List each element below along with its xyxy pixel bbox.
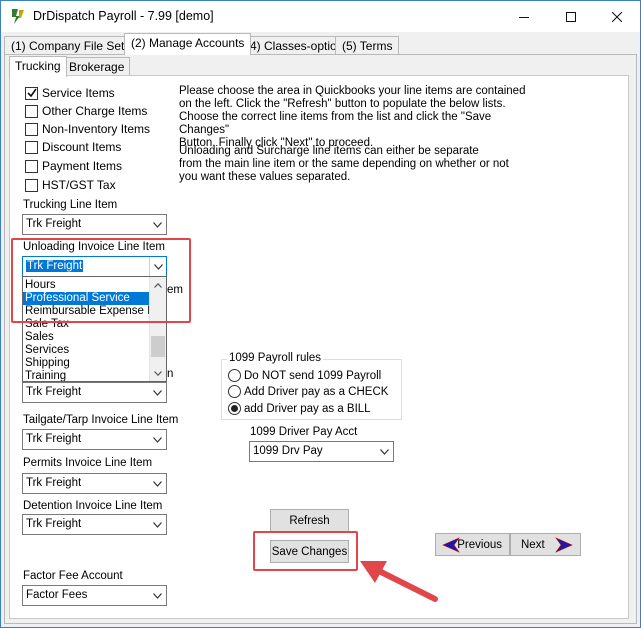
factor-fee-account-select[interactable]: Factor Fees [22,585,167,606]
trucking-line-item-select[interactable]: Trk Freight [22,214,167,235]
note-line: Unloading and Surcharge line items can e… [179,145,479,157]
selected-value: Trk Freight [26,477,82,489]
annotation-highlight-unloading [11,238,191,323]
selected-value: Trk Freight [26,518,82,530]
chevron-down-icon[interactable] [149,586,166,605]
instructions-line: Please choose the area in Quickbooks you… [179,85,526,97]
driver-pay-account-label: 1099 Driver Pay Acct [250,426,358,438]
minimize-button[interactable] [501,1,547,32]
refresh-button[interactable]: Refresh [270,509,349,532]
next-label: Next [521,538,545,551]
factor-fee-account-label: Factor Fee Account [23,570,123,582]
tab-terms[interactable]: (5) Terms [335,36,400,55]
next-button[interactable]: Next [510,533,581,556]
selected-value: Trk Freight [26,433,82,445]
checkbox-box[interactable] [25,86,38,100]
previous-label: Previous [457,538,502,551]
checkbox-label: Discount Items [42,140,122,154]
permits-line-item-select[interactable]: Trk Freight [22,473,167,494]
tailgate-line-item-select[interactable]: Trk Freight [22,429,167,450]
chevron-down-icon[interactable] [149,215,166,234]
scrollbar-thumb[interactable] [151,336,165,357]
checkbox-label: Service Items [42,86,115,100]
radio-label: add Driver pay as a BILL [244,402,371,415]
title-bar: DrDispatch Payroll - 7.99 [demo] [1,1,640,32]
checkbox-service-items[interactable]: Service Items [25,85,115,101]
maximize-icon [566,11,576,22]
separation-note: Unloading and Surcharge line items can e… [179,145,539,184]
arrow-right-icon [555,537,573,553]
checkbox-non-inventory-items[interactable]: Non-Inventory Items [25,121,150,137]
tailgate-line-item-label: Tailgate/Tarp Invoice Line Item [23,414,179,426]
radio-label: Do NOT send 1099 Payroll [244,369,382,382]
radio-dot [231,405,238,412]
trucking-line-item-label: Trucking Line Item [23,199,118,211]
chevron-down-icon[interactable] [149,515,166,534]
scroll-down-icon[interactable] [150,365,166,381]
selected-value: Trk Freight [26,386,82,398]
selected-value: 1099 Drv Pay [253,445,323,457]
note-line: you want these values separated. [179,171,351,183]
window-title: DrDispatch Payroll - 7.99 [demo] [33,9,214,23]
radio-do-not-send[interactable]: Do NOT send 1099 Payroll [228,368,381,383]
radio-button[interactable] [228,385,241,398]
radio-label: Add Driver pay as a CHECK [244,385,389,398]
chevron-down-icon[interactable] [149,383,166,402]
hidden-label-fragment: n [167,368,174,380]
previous-button[interactable]: Previous [435,533,510,556]
note-line: from the main line item or the same depe… [179,158,509,170]
selected-value: Trk Freight [26,218,82,230]
checkbox-label: Other Charge Items [42,104,148,118]
tab-manage-accounts[interactable]: (2) Manage Accounts [124,33,252,55]
instructions-line: Choose the correct line items from the l… [179,111,492,136]
group-title: 1099 Payroll rules [227,352,324,364]
checkbox-payment-items[interactable]: Payment Items [25,158,122,174]
radio-add-as-check[interactable]: Add Driver pay as a CHECK [228,384,388,399]
checkbox-other-charge-items[interactable]: Other Charge Items [25,103,147,119]
checkmark-icon [26,88,37,98]
chevron-down-icon[interactable] [376,442,393,461]
checkbox-box[interactable] [25,178,38,192]
radio-button[interactable] [228,369,241,382]
close-icon [612,11,622,22]
list-option-services[interactable]: Services [23,344,150,357]
selected-value: Factor Fees [26,589,88,601]
checkbox-label: Non-Inventory Items [42,122,151,136]
annotation-highlight-save [253,531,358,571]
maximize-button[interactable] [548,1,594,32]
list-option-shipping[interactable]: Shipping [23,357,150,370]
radio-button[interactable] [228,402,241,415]
tab-classes-option[interactable]: (4) Classes-option [239,36,351,55]
driver-pay-account-select[interactable]: 1099 Drv Pay [249,441,394,462]
chevron-down-icon[interactable] [149,474,166,493]
checkbox-discount-items[interactable]: Discount Items [25,139,121,155]
arrow-left-icon [442,537,460,553]
detention-line-item-select[interactable]: Trk Freight [22,514,167,535]
list-option-training[interactable]: Training [23,370,150,381]
payroll-rules-group: 1099 Payroll rules Do NOT send 1099 Payr… [221,352,402,420]
chevron-down-icon[interactable] [149,430,166,449]
permits-line-item-label: Permits Invoice Line Item [23,457,153,469]
list-option-sales[interactable]: Sales [23,331,150,344]
app-logo-icon [12,9,24,24]
checkbox-hst-gst-tax[interactable]: HST/GST Tax [25,177,116,193]
subtab-brokerage[interactable]: Brokerage [63,57,131,76]
checkbox-label: Payment Items [42,159,123,173]
subtab-trucking[interactable]: Trucking [9,56,67,77]
checkbox-box[interactable] [25,122,38,136]
checkbox-box[interactable] [25,140,38,154]
checkbox-box[interactable] [25,159,38,173]
radio-add-as-bill[interactable]: add Driver pay as a BILL [228,401,371,416]
checkbox-label: HST/GST Tax [42,178,116,192]
surcharge-line-item-select[interactable]: Trk Freight [22,382,167,403]
instructions-line: on the left. Click the "Refresh" button … [179,98,506,110]
checkbox-box[interactable] [25,104,38,118]
detention-line-item-label: Detention Invoice Line Item [23,500,163,512]
minimize-icon [519,16,529,18]
instructions-text: Please choose the area in Quickbooks you… [179,85,539,150]
annotation-arrow-icon [360,561,438,602]
close-button[interactable] [594,1,640,32]
